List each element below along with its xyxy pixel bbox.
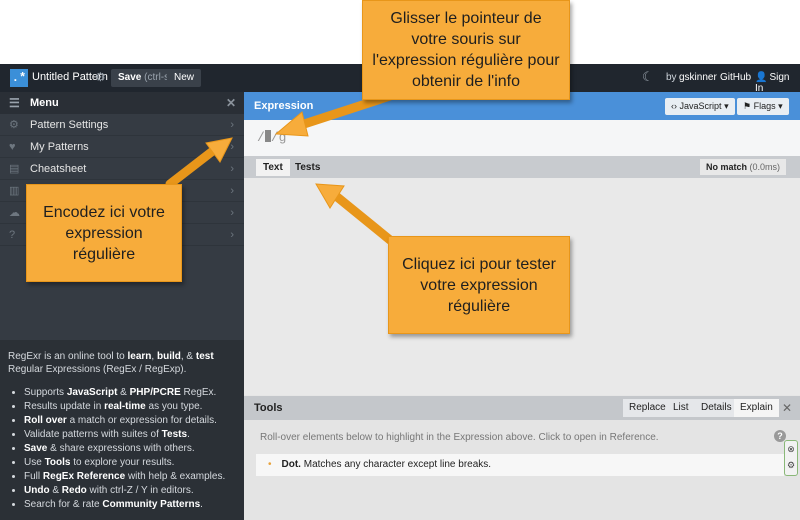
match-status: No match (0.0ms) xyxy=(699,159,786,175)
sidebar-item-label: Pattern Settings xyxy=(30,119,109,131)
sidebar-item-label: Cheatsheet xyxy=(30,163,87,175)
list-item: Results update in real-time as you type. xyxy=(24,400,236,413)
sidebar: ☰ Menu ✕ ⚙ Pattern Settings › ♥ My Patte… xyxy=(0,92,244,520)
book-icon: ▥ xyxy=(9,185,20,197)
explain-token-row[interactable]: • Dot. Matches any character except line … xyxy=(256,454,784,476)
list-item: Full RegEx Reference with help & example… xyxy=(24,470,236,483)
tools-title: Tools xyxy=(254,402,283,414)
menu-header: ☰ Menu ✕ xyxy=(0,92,244,114)
match-status-label: No match xyxy=(705,162,747,172)
tab-details[interactable]: Details xyxy=(695,399,739,417)
question-icon: ? xyxy=(9,229,16,241)
expression-title: Expression xyxy=(254,100,314,112)
new-label: New xyxy=(174,72,195,83)
pattern-settings-gear-icon[interactable]: ⚙ xyxy=(95,70,106,84)
tools-header: Tools Replace List Details Explain ✕ xyxy=(244,396,800,420)
token-bullet-icon: • xyxy=(268,459,272,470)
book-icon: ▤ xyxy=(9,163,20,175)
text-tabs-bar: Text Tests No match (0.0ms) xyxy=(244,156,800,178)
engine-select-button[interactable]: ‹› JavaScript ▾ xyxy=(665,98,735,115)
by-text: by xyxy=(666,72,677,83)
explain-token: Dot. xyxy=(281,459,301,470)
tools-close-icon[interactable]: ✕ xyxy=(782,401,792,415)
list-item: Supports JavaScript & PHP/PCRE RegEx. xyxy=(24,386,236,399)
tab-list[interactable]: List xyxy=(667,399,696,417)
list-item: Undo & Redo with ctrl-Z / Y in editors. xyxy=(24,484,236,497)
tab-replace[interactable]: Replace xyxy=(623,399,673,417)
callout-encode-expression: Encodez ici votre expression régulière xyxy=(26,184,182,282)
settings-circle-icon[interactable]: ⚙ xyxy=(785,457,797,473)
tab-text[interactable]: Text xyxy=(256,159,290,176)
sign-in-link[interactable]: 👤 Sign In xyxy=(755,72,800,94)
expression-editor[interactable]: //g xyxy=(244,120,800,156)
new-button[interactable]: New xyxy=(167,69,202,87)
chevron-right-icon: › xyxy=(230,185,234,197)
flags-button[interactable]: ⚑ Flags ▾ xyxy=(737,98,789,115)
save-label: Save xyxy=(118,72,142,83)
flag-icon: ⚑ xyxy=(743,101,752,111)
list-item: Use Tools to explore your results. xyxy=(24,456,236,469)
sidebar-item-pattern-settings[interactable]: ⚙ Pattern Settings › xyxy=(0,114,244,136)
list-item: Validate patterns with suites of Tests. xyxy=(24,428,236,441)
expression-flags: g xyxy=(278,130,287,145)
chevron-right-icon: › xyxy=(230,229,234,241)
menu-list-icon: ☰ xyxy=(9,96,20,110)
menu-close-icon[interactable]: ✕ xyxy=(226,92,236,114)
sidebar-item-label: My Patterns xyxy=(30,141,89,153)
tools-body: Roll-over elements below to highlight in… xyxy=(244,420,800,520)
caret-down-icon: ▾ xyxy=(724,101,729,111)
screenshot-root: .* Untitled Pattern ⚙ Save (ctrl-s) New … xyxy=(0,0,800,520)
gear-icon: ⚙ xyxy=(9,119,19,131)
github-link[interactable]: GitHub xyxy=(720,72,751,83)
menu-title: Menu xyxy=(30,97,59,109)
theme-moon-icon[interactable]: ☾ xyxy=(642,69,654,85)
caret-down-icon: ▾ xyxy=(778,101,783,111)
user-icon: 👤 xyxy=(755,72,768,83)
feature-list: Supports JavaScript & PHP/PCRE RegEx. Re… xyxy=(8,386,236,511)
heart-icon: ♥ xyxy=(9,141,16,153)
sidebar-intro: RegExr is an online tool to learn, build… xyxy=(0,340,244,520)
callout-hover-info: Glisser le pointeur de votre souris sur … xyxy=(362,0,570,100)
close-circle-icon[interactable]: ⊗ xyxy=(785,441,797,457)
chevron-right-icon: › xyxy=(230,163,234,175)
code-icon: ‹› xyxy=(671,101,677,111)
author-link[interactable]: gskinner xyxy=(679,72,717,83)
list-item: Search for & rate Community Patterns. xyxy=(24,498,236,511)
open-delimiter: / xyxy=(257,130,265,145)
callout-test-expression: Cliquez ici pour tester votre expression… xyxy=(388,236,570,334)
engine-label: JavaScript xyxy=(679,101,722,111)
intro-text: RegExr is an online tool to learn, build… xyxy=(8,351,214,375)
chevron-right-icon: › xyxy=(230,119,234,131)
regexr-logo[interactable]: .* xyxy=(10,69,28,87)
close-delimiter: / xyxy=(270,130,279,145)
list-item: Roll over a match or expression for deta… xyxy=(24,414,236,427)
explain-description: Matches any character except line breaks… xyxy=(303,459,492,470)
cloud-icon: ☁ xyxy=(9,207,20,219)
explain-hint: Roll-over elements below to highlight in… xyxy=(260,432,659,443)
expression-delimiters: //g xyxy=(257,130,286,145)
match-time: (0.0ms) xyxy=(749,162,780,172)
chevron-right-icon: › xyxy=(230,207,234,219)
sidebar-item-cheatsheet[interactable]: ▤ Cheatsheet › xyxy=(0,158,244,180)
list-item: Save & share expressions with others. xyxy=(24,442,236,455)
chevron-right-icon: › xyxy=(230,141,234,153)
sidebar-item-my-patterns[interactable]: ♥ My Patterns › xyxy=(0,136,244,158)
tab-explain[interactable]: Explain xyxy=(734,399,780,417)
flags-label: Flags xyxy=(753,101,776,111)
tab-tests[interactable]: Tests xyxy=(288,159,327,176)
floating-widget[interactable]: ⊗ ⚙ xyxy=(784,440,798,476)
